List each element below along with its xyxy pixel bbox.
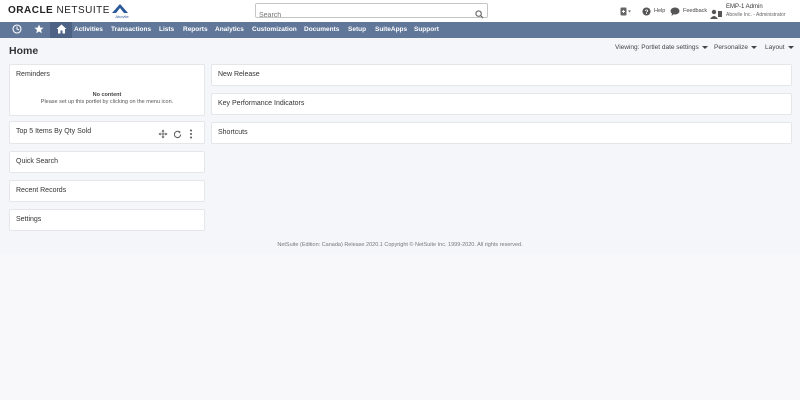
feedback-label: Feedback <box>683 8 708 14</box>
portlet-title[interactable]: Quick Search <box>16 158 58 165</box>
global-search <box>255 3 488 22</box>
company-logo[interactable]: Abovite <box>110 2 130 20</box>
star-icon <box>34 21 44 39</box>
move-icon[interactable] <box>158 126 168 144</box>
refresh-icon[interactable] <box>173 126 182 144</box>
layout-label: Layout <box>765 44 785 51</box>
netsuite-logo[interactable]: ORACLE NETSUITE <box>8 5 110 16</box>
viewing-dropdown[interactable]: Viewing: Portlet date settings <box>615 44 708 51</box>
portlet-shortcuts: Shortcuts <box>211 122 792 144</box>
svg-text:?: ? <box>645 8 649 15</box>
portlet-title[interactable]: New Release <box>218 71 260 78</box>
nav-reports[interactable]: Reports <box>183 22 208 38</box>
portlet-title[interactable]: Settings <box>16 216 41 223</box>
nav-setup[interactable]: Setup <box>348 22 366 38</box>
portlet-new-release: New Release <box>211 64 792 86</box>
layout-dropdown[interactable]: Layout <box>765 44 794 51</box>
nav-lists[interactable]: Lists <box>159 22 174 38</box>
create-new-icon <box>620 7 635 16</box>
personalize-label: Personalize <box>714 44 748 51</box>
create-new-button[interactable] <box>620 5 635 17</box>
nav-documents[interactable]: Documents <box>304 22 339 38</box>
portlet-top-items: Top 5 Items By Qty Sold <box>9 121 205 144</box>
copyright-footer: NetSuite (Edition: Canada) Release 2020.… <box>277 242 523 248</box>
portlet-title[interactable]: Recent Records <box>16 187 66 194</box>
nav-recent-records[interactable] <box>6 22 28 38</box>
nav-activities[interactable]: Activities <box>74 22 103 38</box>
viewing-label: Viewing: Portlet date settings <box>615 44 699 51</box>
page-background <box>0 255 800 400</box>
nav-support[interactable]: Support <box>414 22 439 38</box>
nav-transactions[interactable]: Transactions <box>111 22 151 38</box>
nav-analytics[interactable]: Analytics <box>215 22 244 38</box>
history-icon <box>12 21 22 39</box>
user-role: Abovile Inc. - Administrator <box>726 12 786 18</box>
personalize-dropdown[interactable]: Personalize <box>714 44 757 51</box>
portlet-quick-search: Quick Search <box>9 151 205 173</box>
portlet-reminders: Reminders No content Please set up this … <box>9 64 205 116</box>
kebab-menu-icon[interactable] <box>189 126 193 144</box>
portlet-title[interactable]: Key Performance Indicators <box>218 100 304 107</box>
portlet-recent-records: Recent Records <box>9 180 205 202</box>
chevron-down-icon <box>750 46 757 49</box>
portlet-toolbar <box>158 126 193 144</box>
page-title: Home <box>9 45 39 57</box>
help-label: Help <box>654 8 666 14</box>
no-content-label: No content <box>92 92 122 98</box>
user-name: EMP-1 Admin <box>726 4 763 10</box>
oracle-wordmark: ORACLE <box>8 5 54 16</box>
portlet-settings: Settings <box>9 209 205 231</box>
portlet-title[interactable]: Reminders <box>16 71 50 78</box>
main-nav: Activities Transactions Lists Reports An… <box>0 22 800 38</box>
company-logo-name: Abovite <box>115 14 129 19</box>
portlet-title[interactable]: Top 5 Items By Qty Sold <box>16 128 91 135</box>
chevron-down-icon <box>701 46 708 49</box>
portlet-title[interactable]: Shortcuts <box>218 129 248 136</box>
nav-customization[interactable]: Customization <box>252 22 297 38</box>
help-button[interactable]: ? Help <box>642 5 665 17</box>
chevron-down-icon <box>787 46 794 49</box>
home-icon <box>56 21 67 39</box>
netsuite-wordmark: NETSUITE <box>56 5 110 16</box>
help-icon: ? <box>642 6 654 16</box>
setup-hint: Please set up this portlet by clicking o… <box>40 99 174 105</box>
feedback-button[interactable]: Feedback <box>670 5 707 17</box>
feedback-icon <box>670 7 683 16</box>
top-bar: ORACLE NETSUITE Abovite ? Help Feedback <box>0 0 800 22</box>
user-menu[interactable]: EMP-1 Admin Abovile Inc. - Administrator <box>710 3 800 20</box>
nav-home[interactable] <box>50 22 72 38</box>
nav-shortcuts[interactable] <box>28 22 50 38</box>
search-input[interactable] <box>256 9 466 22</box>
nav-suiteapps[interactable]: SuiteApps <box>375 22 407 38</box>
portlet-kpi: Key Performance Indicators <box>211 93 792 115</box>
